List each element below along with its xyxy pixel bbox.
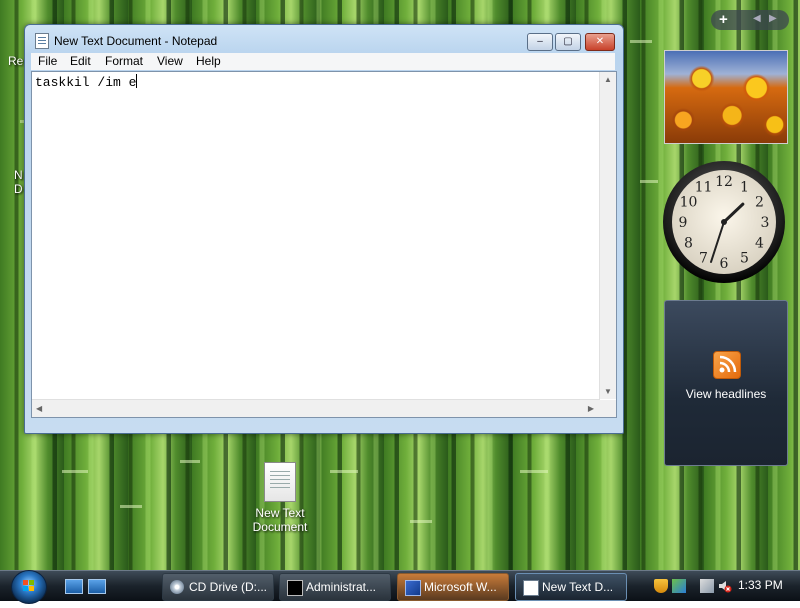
taskbar-button-notepad[interactable]: New Text D... (515, 573, 627, 601)
command-prompt-icon (287, 580, 303, 596)
taskbar: CD Drive (D:... Administrat... Microsoft… (0, 570, 800, 604)
clock-numeral: 2 (755, 195, 764, 211)
task-label: Administrat... (306, 580, 377, 594)
word-icon (405, 580, 421, 596)
bamboo-node (120, 505, 142, 508)
bamboo-node (630, 40, 652, 43)
next-page-icon[interactable]: ▶ (769, 13, 777, 24)
windows-logo-icon (23, 580, 34, 591)
text-document-icon (264, 462, 296, 502)
hidden-icon-label[interactable]: N (14, 168, 23, 182)
show-desktop-icon[interactable] (65, 579, 83, 594)
menu-edit[interactable]: Edit (70, 54, 91, 68)
menu-help[interactable]: Help (196, 54, 221, 68)
maximize-button[interactable]: ▢ (555, 33, 581, 51)
previous-page-icon[interactable]: ◀ (753, 13, 761, 24)
hidden-icon-label[interactable]: D (14, 182, 23, 196)
clock-numeral: 1 (740, 179, 749, 195)
menu-format[interactable]: Format (105, 54, 143, 68)
clock-numeral: 8 (684, 236, 693, 252)
task-label: Microsoft W... (424, 580, 497, 594)
notepad-icon (523, 580, 539, 596)
bamboo-node (520, 470, 548, 473)
text-caret (136, 74, 138, 88)
scroll-left-arrow-icon[interactable]: ◀ (36, 404, 42, 413)
clock-numeral: 7 (699, 251, 708, 267)
scroll-right-arrow-icon[interactable]: ▶ (588, 404, 594, 413)
close-button[interactable]: ✕ (585, 33, 615, 51)
task-label: CD Drive (D:... (189, 580, 267, 594)
scroll-up-arrow-icon[interactable]: ▲ (604, 75, 612, 84)
window-title: New Text Document - Notepad (54, 34, 218, 48)
clock-numeral: 9 (679, 215, 688, 231)
volume-muted-icon[interactable] (718, 579, 732, 593)
view-headlines-link[interactable]: View headlines (665, 387, 787, 401)
bamboo-node (330, 470, 358, 473)
menu-view[interactable]: View (157, 54, 183, 68)
clock-numeral: 12 (715, 174, 733, 190)
add-gadget-button[interactable]: + (719, 11, 728, 28)
menu-bar: File Edit Format View Help (31, 53, 615, 70)
scroll-down-arrow-icon[interactable]: ▼ (604, 387, 612, 396)
security-shield-icon[interactable] (654, 579, 668, 593)
network-disconnected-icon[interactable] (700, 579, 714, 593)
desktop-icon-label-line2: Document (252, 520, 308, 534)
taskbar-button-cd-drive[interactable]: CD Drive (D:... (162, 573, 274, 601)
bamboo-node (640, 180, 658, 183)
rss-feed-icon (713, 351, 741, 379)
taskbar-button-administrator[interactable]: Administrat... (279, 573, 391, 601)
desktop-icon-new-text-document[interactable]: New Text Document (244, 462, 316, 534)
editor-line: taskkil /im e (35, 74, 138, 90)
editor-content: taskkil /im e (35, 75, 137, 90)
clock-gadget[interactable]: 12 12 3 45678 9 1011 (662, 160, 786, 284)
horizontal-scrollbar[interactable]: ◀ ▶ (32, 399, 600, 417)
clock-numeral: 3 (761, 215, 770, 231)
clock-numeral: 5 (740, 251, 749, 267)
clock-numeral: 10 (680, 195, 698, 211)
slideshow-gadget[interactable] (664, 50, 788, 144)
switch-windows-icon[interactable] (88, 579, 106, 594)
menu-file[interactable]: File (38, 54, 57, 68)
notepad-window[interactable]: New Text Document - Notepad – ▢ ✕ File E… (24, 24, 624, 434)
bamboo-node (180, 460, 200, 463)
task-label: New Text D... (542, 580, 614, 594)
network-status-icon[interactable] (672, 579, 686, 593)
desktop-icon-label-line1: New Text (255, 506, 305, 520)
system-tray: 1:33 PM (648, 571, 800, 601)
sidebar-controls: + ◀ ▶ (711, 10, 789, 30)
vertical-scrollbar[interactable]: ▲ ▼ (599, 72, 616, 399)
taskbar-clock[interactable]: 1:33 PM (738, 578, 783, 592)
taskbar-button-microsoft-word[interactable]: Microsoft W... (397, 573, 509, 601)
cd-drive-icon (170, 580, 184, 594)
title-bar[interactable]: New Text Document - Notepad – ▢ ✕ (25, 25, 623, 55)
notepad-icon[interactable] (35, 33, 49, 49)
clock-center (721, 219, 727, 225)
desktop: Re N D New Text Document New Text Docume… (0, 0, 800, 570)
text-editor[interactable]: taskkil /im e ▲ ▼ ◀ ▶ (31, 71, 617, 418)
minimize-button[interactable]: – (527, 33, 553, 51)
start-button[interactable] (11, 570, 47, 604)
resize-grip[interactable] (600, 400, 616, 417)
recycle-bin-label[interactable]: Re (8, 54, 23, 68)
feed-headlines-gadget[interactable]: View headlines (664, 300, 788, 466)
bamboo-node (62, 470, 88, 473)
clock-numeral: 4 (755, 236, 764, 252)
clock-numeral: 11 (695, 179, 713, 195)
clock-numeral: 6 (720, 256, 729, 272)
bamboo-node (410, 520, 432, 523)
